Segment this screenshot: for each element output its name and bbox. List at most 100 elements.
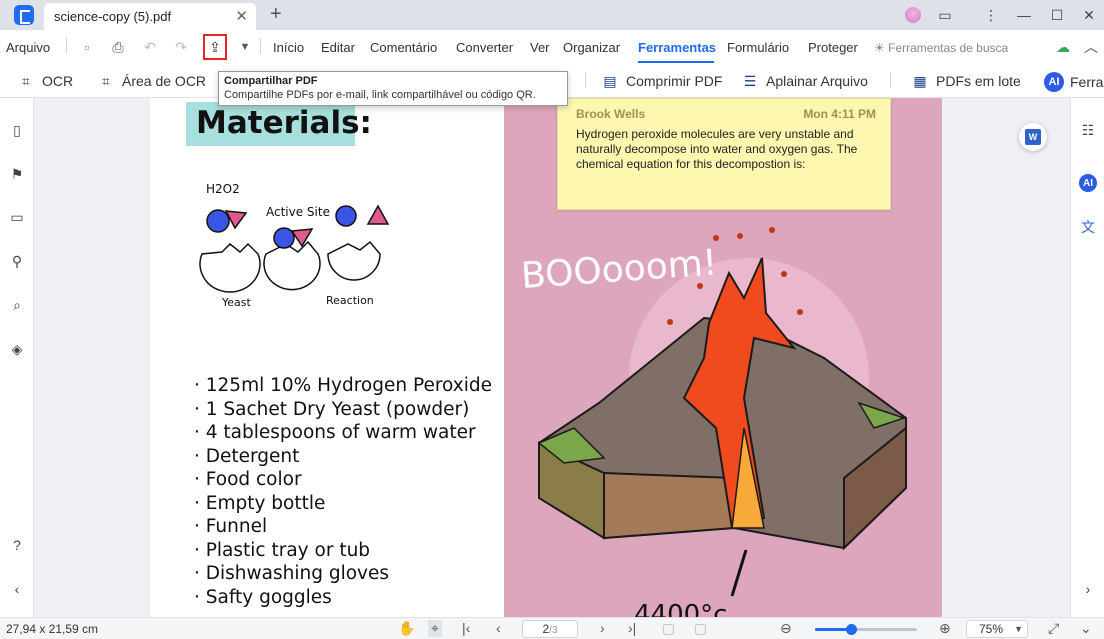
menu-bar: Arquivo ▫ ⎙ ↶ ↷ ⇪ ▼ Início Editar Coment… [0, 30, 1104, 64]
flatten-label: Aplainar Arquivo [766, 73, 868, 89]
page-number-input[interactable]: 2/3 [522, 620, 578, 638]
translate-icon[interactable]: 文 [1079, 218, 1097, 236]
word-icon: W [1025, 129, 1041, 145]
two-page-icon[interactable]: ▢ [694, 620, 707, 637]
note-author: Brook Wells [576, 107, 646, 121]
attachment-icon[interactable]: ⚲ [8, 252, 26, 270]
single-page-icon[interactable]: ▢ [662, 620, 675, 637]
collapse-statusbar-icon[interactable]: ⌄ [1080, 620, 1092, 637]
menu-ver[interactable]: Ver [530, 40, 550, 55]
last-page-icon[interactable]: ›| [628, 620, 636, 636]
select-tool-icon[interactable]: ⌖ [428, 620, 442, 637]
ocr-area-button[interactable]: ⌗ Área de OCR [96, 72, 206, 90]
tooltip-description: Compartilhe PDFs por e-mail, link compar… [224, 89, 536, 101]
ocr-button[interactable]: ⌗ OCR [16, 72, 73, 90]
dropdown-icon[interactable]: ▼ [234, 36, 256, 58]
flatten-file-button[interactable]: ☰ Aplainar Arquivo [740, 72, 868, 90]
share-highlight-box [203, 34, 227, 60]
status-bar: 27,94 x 21,59 cm ✋ ⌖ |‹ ‹ 2/3 › ›| ▢ ▢ ⊖… [0, 617, 1104, 639]
collapse-ribbon-icon[interactable]: ︿ [1080, 36, 1102, 58]
toolbar-divider [585, 72, 586, 88]
close-window-icon[interactable]: ✕ [1074, 0, 1104, 30]
enzyme-diagram: H2O2 Active Site Yeast Reaction [199, 182, 390, 309]
ai-icon: AI [1044, 72, 1064, 92]
zoom-level-select[interactable]: 75% ▼ [966, 620, 1028, 638]
zoom-slider[interactable] [815, 624, 917, 635]
print-icon[interactable]: ⎙ [107, 36, 129, 58]
bookmark-icon[interactable]: ⚑ [8, 165, 26, 183]
right-sidebar: ☷ AI 文 › [1070, 98, 1104, 617]
properties-icon[interactable]: ☷ [1079, 121, 1097, 139]
search-icon[interactable]: ⌕ [8, 296, 26, 314]
lightbulb-icon: ☀ [874, 41, 885, 55]
ocr-label: OCR [42, 73, 74, 89]
note-text: Hydrogen peroxide molecules are very uns… [576, 127, 858, 171]
comment-icon[interactable]: ▭ [8, 208, 26, 226]
zoom-in-icon[interactable]: ⊕ [939, 620, 951, 637]
label-yeast: Yeast [221, 296, 251, 309]
list-item: 4 tablespoons of warm water [194, 421, 492, 445]
label-active-site: Active Site [266, 205, 330, 219]
chevron-down-icon: ▼ [1014, 624, 1023, 634]
collapse-right-icon[interactable]: › [1079, 580, 1097, 598]
tab-close-icon[interactable]: ✕ [235, 7, 248, 25]
sticky-note[interactable]: Brook Wells Mon 4:11 PM Hydrogen peroxid… [557, 98, 891, 210]
convert-to-word-button[interactable]: W [1019, 123, 1047, 151]
hand-tool-icon[interactable]: ✋ [398, 620, 415, 637]
menu-comentario[interactable]: Comentário [370, 40, 437, 55]
list-item: Empty bottle [194, 492, 492, 516]
avatar [905, 7, 921, 23]
ai-tools-button[interactable]: AI Ferra [1044, 72, 1103, 92]
materials-list: 125ml 10% Hydrogen Peroxide 1 Sachet Dry… [194, 374, 492, 609]
materials-heading-box: Materials: [186, 102, 372, 146]
cloud-sync-icon[interactable]: ☁ [1052, 36, 1074, 58]
layers-icon[interactable]: ◈ [8, 340, 26, 358]
list-item: Plastic tray or tub [194, 539, 492, 563]
account-button[interactable] [898, 0, 928, 30]
document-viewport[interactable]: Materials: H2O2 Active Site Yeast Reacti… [34, 98, 1070, 617]
search-tools-label: Ferramentas de busca [888, 41, 1009, 55]
thumbnails-icon[interactable]: ▯ [8, 121, 26, 139]
help-icon[interactable]: ? [8, 536, 26, 554]
first-page-icon[interactable]: |‹ [462, 620, 470, 636]
search-tools-button[interactable]: ☀ Ferramentas de busca [874, 41, 1008, 55]
feedback-icon[interactable]: ▭ [930, 0, 960, 30]
ocr-area-icon: ⌗ [102, 72, 110, 89]
list-item: Safty goggles [194, 586, 492, 610]
compress-label: Comprimir PDF [626, 73, 723, 89]
minimize-icon[interactable]: — [1009, 0, 1039, 30]
batch-icon: ▦ [913, 72, 927, 89]
save-icon[interactable]: ▫ [76, 36, 98, 58]
zoom-out-icon[interactable]: ⊖ [780, 620, 792, 637]
list-item: Dishwashing gloves [194, 562, 492, 586]
maximize-icon[interactable]: ☐ [1042, 0, 1072, 30]
note-time: Mon 4:11 PM [803, 107, 876, 121]
ocr-area-label: Área de OCR [122, 73, 207, 89]
menu-ferramentas[interactable]: Ferramentas [638, 40, 716, 55]
more-menu-icon[interactable]: ⋮ [976, 0, 1006, 30]
ai-assistant-icon[interactable]: AI [1079, 174, 1097, 192]
menu-proteger[interactable]: Proteger [808, 40, 858, 55]
redo-icon[interactable]: ↷ [170, 36, 192, 58]
new-tab-icon[interactable]: + [270, 3, 282, 26]
left-sidebar: ▯ ⚑ ▭ ⚲ ⌕ ◈ ? ‹ [0, 98, 34, 617]
menu-organizar[interactable]: Organizar [563, 40, 620, 55]
list-item: Funnel [194, 515, 492, 539]
menu-formulario[interactable]: Formulário [727, 40, 789, 55]
compress-pdf-button[interactable]: ▤ Comprimir PDF [600, 72, 722, 90]
fit-page-icon[interactable]: ⤢ [1048, 620, 1059, 637]
zoom-value: 75% [979, 622, 1004, 636]
prev-page-icon[interactable]: ‹ [496, 620, 501, 636]
undo-icon[interactable]: ↶ [139, 36, 161, 58]
app-logo-icon [14, 5, 34, 25]
collapse-left-icon[interactable]: ‹ [8, 580, 26, 598]
label-h2o2: H2O2 [206, 182, 240, 196]
menu-arquivo[interactable]: Arquivo [6, 40, 50, 55]
batch-pdfs-button[interactable]: ▦ PDFs em lote [910, 72, 1020, 90]
menu-inicio[interactable]: Início [273, 40, 304, 55]
document-tab[interactable]: science-copy (5).pdf ✕ [44, 3, 256, 30]
zoom-slider-handle[interactable] [845, 624, 857, 635]
menu-editar[interactable]: Editar [321, 40, 355, 55]
next-page-icon[interactable]: › [600, 620, 605, 636]
menu-converter[interactable]: Converter [456, 40, 513, 55]
